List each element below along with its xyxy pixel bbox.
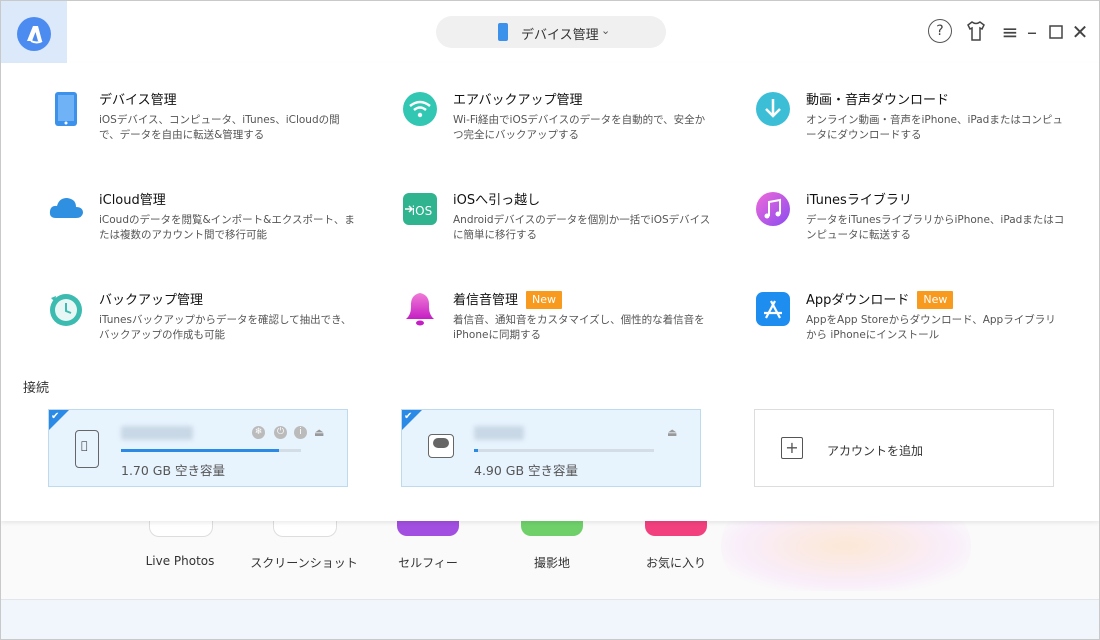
tshirt-icon[interactable] — [963, 19, 989, 45]
feature-title: 動画・音声ダウンロード — [806, 93, 950, 108]
close-icon[interactable]: ✕ — [1067, 19, 1093, 45]
download-icon — [754, 90, 792, 128]
new-badge: New — [917, 291, 954, 309]
bg-tab-location[interactable]: 撮影地 — [497, 554, 607, 571]
backup-clock-icon — [47, 290, 85, 328]
free-space-text: 1.70 GB 空き容量 — [121, 463, 226, 478]
info-icon[interactable]: i — [294, 426, 307, 439]
help-icon[interactable]: ? — [927, 19, 953, 45]
app-store-icon — [754, 290, 792, 328]
feature-app-download[interactable]: Appダウンロード New AppをApp Storeからダウンロード、Appライ… — [754, 290, 1084, 360]
device-card-icloud[interactable]: ✔ ⏏ 4.90 GB 空き容量 — [401, 409, 701, 487]
storage-bar — [121, 449, 301, 452]
phone-icon — [47, 90, 85, 128]
app-window: Live Photos スクリーンショット セルフィー 撮影地 お気に入り デバ… — [0, 0, 1100, 640]
storage-bar-fill — [121, 449, 280, 452]
feature-title: iCloud管理 — [99, 193, 166, 208]
check-icon: ✔ — [51, 411, 60, 422]
feature-title: iOSへ引っ越し — [453, 193, 541, 208]
bottom-bar — [1, 599, 1099, 639]
add-account-label: アカウントを追加 — [827, 444, 924, 458]
feature-desc: Wi-Fi経由でiOSデバイスのデータを自動的で、安全かつ完全にバックアップする — [453, 114, 706, 141]
app-logo-icon — [17, 17, 51, 51]
svg-text:iOS: iOS — [412, 204, 432, 218]
free-space-text: 4.90 GB 空き容量 — [474, 463, 579, 478]
bell-icon — [401, 290, 439, 328]
feature-desc: Androidデバイスのデータを個別か一括でiOSデバイスに簡単に移行する — [453, 214, 711, 241]
storage-bar — [474, 449, 654, 452]
cloud-icon — [47, 190, 85, 228]
feature-desc: AppをApp Storeからダウンロード、Appライブラリから iPhoneに… — [806, 314, 1056, 341]
new-badge: New — [526, 291, 563, 309]
device-name — [121, 426, 193, 440]
feature-itunes-library[interactable]: iTunesライブラリ データをiTunesライブラリからiPhone、iPad… — [754, 190, 1084, 260]
ios-move-icon: iOS — [401, 190, 439, 228]
connection-label: 接続 — [23, 381, 50, 396]
bg-tab-selfie[interactable]: セルフィー — [373, 554, 483, 571]
minimize-icon[interactable]: – — [1019, 19, 1045, 45]
feature-video-download[interactable]: 動画・音声ダウンロード オンライン動画・音声をiPhone、iPadまたはコンピ… — [754, 90, 1084, 160]
feature-air-backup[interactable]: エアバックアップ管理 Wi-Fi経由でiOSデバイスのデータを自動的で、安全かつ… — [401, 90, 731, 160]
wifi-backup-icon — [401, 90, 439, 128]
bg-tab-live-photos[interactable]: Live Photos — [125, 554, 235, 568]
settings-icon[interactable]: ❄ — [252, 426, 265, 439]
bg-tab-screenshots[interactable]: スクリーンショット — [249, 554, 359, 571]
feature-desc: データをiTunesライブラリからiPhone、iPadまたはコンピュータに転送… — [806, 214, 1065, 241]
feature-desc: iTunesバックアップからデータを確認して抽出でき、バックアップの作成も可能 — [99, 314, 352, 341]
feature-desc: 着信音、通知音をカスタマイズし、個性的な着信音をiPhoneに同期する — [453, 314, 705, 341]
account-name — [474, 426, 524, 440]
feature-title: 着信音管理 New — [453, 289, 563, 309]
add-account-card[interactable]: + アカウントを追加 — [754, 409, 1054, 487]
feature-ringtone-manager[interactable]: 着信音管理 New 着信音、通知音をカスタマイズし、個性的な着信音をiPhoneに… — [401, 290, 731, 360]
maximize-icon[interactable] — [1043, 19, 1069, 45]
title-bar: デバイス管理 ⌄ ? ≡ – ✕ — [1, 1, 1099, 63]
plus-icon: + — [781, 437, 803, 459]
eject-icon[interactable]: ⏏ — [667, 426, 677, 439]
storage-bar-fill — [474, 449, 478, 452]
feature-title: Appダウンロード New — [806, 289, 954, 309]
feature-desc: iOSデバイス、コンピュータ、iTunes、iCloudの間で、データを自由に転… — [99, 114, 340, 141]
feature-backup-manager[interactable]: バックアップ管理 iTunesバックアップからデータを確認して抽出でき、バックア… — [47, 290, 377, 360]
feature-title: エアバックアップ管理 — [453, 93, 583, 108]
power-icon[interactable]: ⏻ — [274, 426, 287, 439]
music-icon — [754, 190, 792, 228]
check-icon: ✔ — [404, 411, 413, 422]
feature-title: iTunesライブラリ — [806, 193, 912, 208]
phone-icon — [498, 23, 508, 41]
logo-area[interactable] — [1, 1, 67, 63]
device-selector[interactable]: デバイス管理 ⌄ — [436, 16, 666, 48]
feature-title: デバイス管理 — [99, 93, 177, 108]
device-card-iphone[interactable]: ✔  ❄ ⏻ i ⏏ 1.70 GB 空き容量 — [48, 409, 348, 487]
iphone-icon:  — [75, 430, 99, 468]
feature-title: バックアップ管理 — [99, 293, 204, 308]
bg-tab-favorites[interactable]: お気に入り — [621, 554, 731, 571]
device-selector-label: デバイス管理 — [521, 28, 599, 43]
feature-move-to-ios[interactable]: iOS iOSへ引っ越し Androidデバイスのデータを個別か一括でiOSデバ… — [401, 190, 731, 260]
feature-desc: オンライン動画・音声をiPhone、iPadまたはコンピュータにダウンロードする — [806, 114, 1063, 141]
feature-panel: デバイス管理 iOSデバイス、コンピュータ、iTunes、iCloudの間で、デ… — [1, 63, 1099, 521]
icloud-icon — [428, 434, 454, 458]
feature-desc: iCoudのデータを閲覧&インポート&エクスポート、または複数のアカウント間で移… — [99, 214, 355, 241]
chevron-down-icon: ⌄ — [601, 24, 611, 37]
eject-icon[interactable]: ⏏ — [314, 426, 324, 439]
feature-icloud-manager[interactable]: iCloud管理 iCoudのデータを閲覧&インポート&エクスポート、または複数… — [47, 190, 377, 260]
feature-device-manager[interactable]: デバイス管理 iOSデバイス、コンピュータ、iTunes、iCloudの間で、デ… — [47, 90, 377, 160]
